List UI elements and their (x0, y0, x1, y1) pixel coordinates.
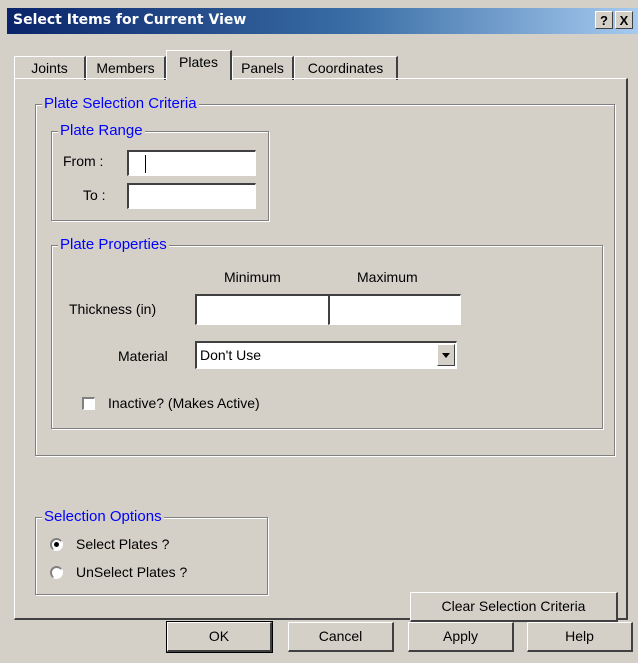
select-plates-label: Select Plates ? (76, 536, 170, 552)
title-bar: Select Items for Current View ? X (7, 8, 638, 34)
material-select[interactable]: Don't Use (195, 341, 457, 369)
tab-panels[interactable]: Panels (232, 56, 294, 80)
selection-options-group: Selection Options Select Plates ? UnSele… (35, 508, 268, 595)
help-title-button[interactable]: ? (595, 11, 613, 29)
from-input[interactable] (127, 150, 256, 176)
tab-plates[interactable]: Plates (166, 50, 232, 80)
thickness-min-input[interactable] (195, 294, 329, 325)
inactive-label: Inactive? (Makes Active) (108, 395, 260, 411)
chevron-down-icon[interactable] (437, 344, 455, 366)
apply-button[interactable]: Apply (408, 622, 514, 652)
unselect-plates-radio[interactable] (50, 566, 63, 579)
material-label: Material (118, 348, 168, 364)
clear-selection-criteria-button[interactable]: Clear Selection Criteria (410, 592, 618, 622)
plate-range-group: Plate Range From : To : (51, 122, 269, 221)
maximum-header: Maximum (357, 269, 418, 285)
window-title: Select Items for Current View (13, 12, 247, 28)
text-caret (145, 155, 146, 173)
inactive-checkbox[interactable] (82, 397, 95, 410)
tab-members[interactable]: Members (86, 56, 166, 80)
minimum-header: Minimum (224, 269, 281, 285)
select-items-dialog: Select Items for Current View ? X Joints… (0, 0, 638, 663)
cancel-button[interactable]: Cancel (288, 622, 394, 652)
ok-button[interactable]: OK (166, 621, 273, 653)
plate-range-legend: Plate Range (58, 122, 145, 140)
from-label: From : (63, 153, 104, 169)
help-button[interactable]: Help (527, 622, 633, 652)
thickness-label: Thickness (in) (69, 301, 157, 317)
material-value: Don't Use (200, 347, 262, 363)
unselect-plates-label: UnSelect Plates ? (76, 564, 188, 580)
tab-coordinates[interactable]: Coordinates (294, 56, 398, 80)
selection-options-legend: Selection Options (42, 508, 164, 526)
select-plates-radio[interactable] (50, 538, 63, 551)
plate-selection-criteria-legend: Plate Selection Criteria (42, 95, 199, 113)
to-input[interactable] (127, 183, 256, 209)
close-title-button[interactable]: X (615, 11, 633, 29)
plate-properties-group: Plate Properties Minimum Maximum Thickne… (51, 236, 603, 429)
plate-selection-criteria-group: Plate Selection Criteria Plate Range Fro… (35, 95, 615, 456)
thickness-max-input[interactable] (328, 294, 461, 325)
plate-properties-legend: Plate Properties (58, 236, 169, 254)
to-label: To : (83, 187, 106, 203)
tab-joints[interactable]: Joints (14, 56, 86, 80)
